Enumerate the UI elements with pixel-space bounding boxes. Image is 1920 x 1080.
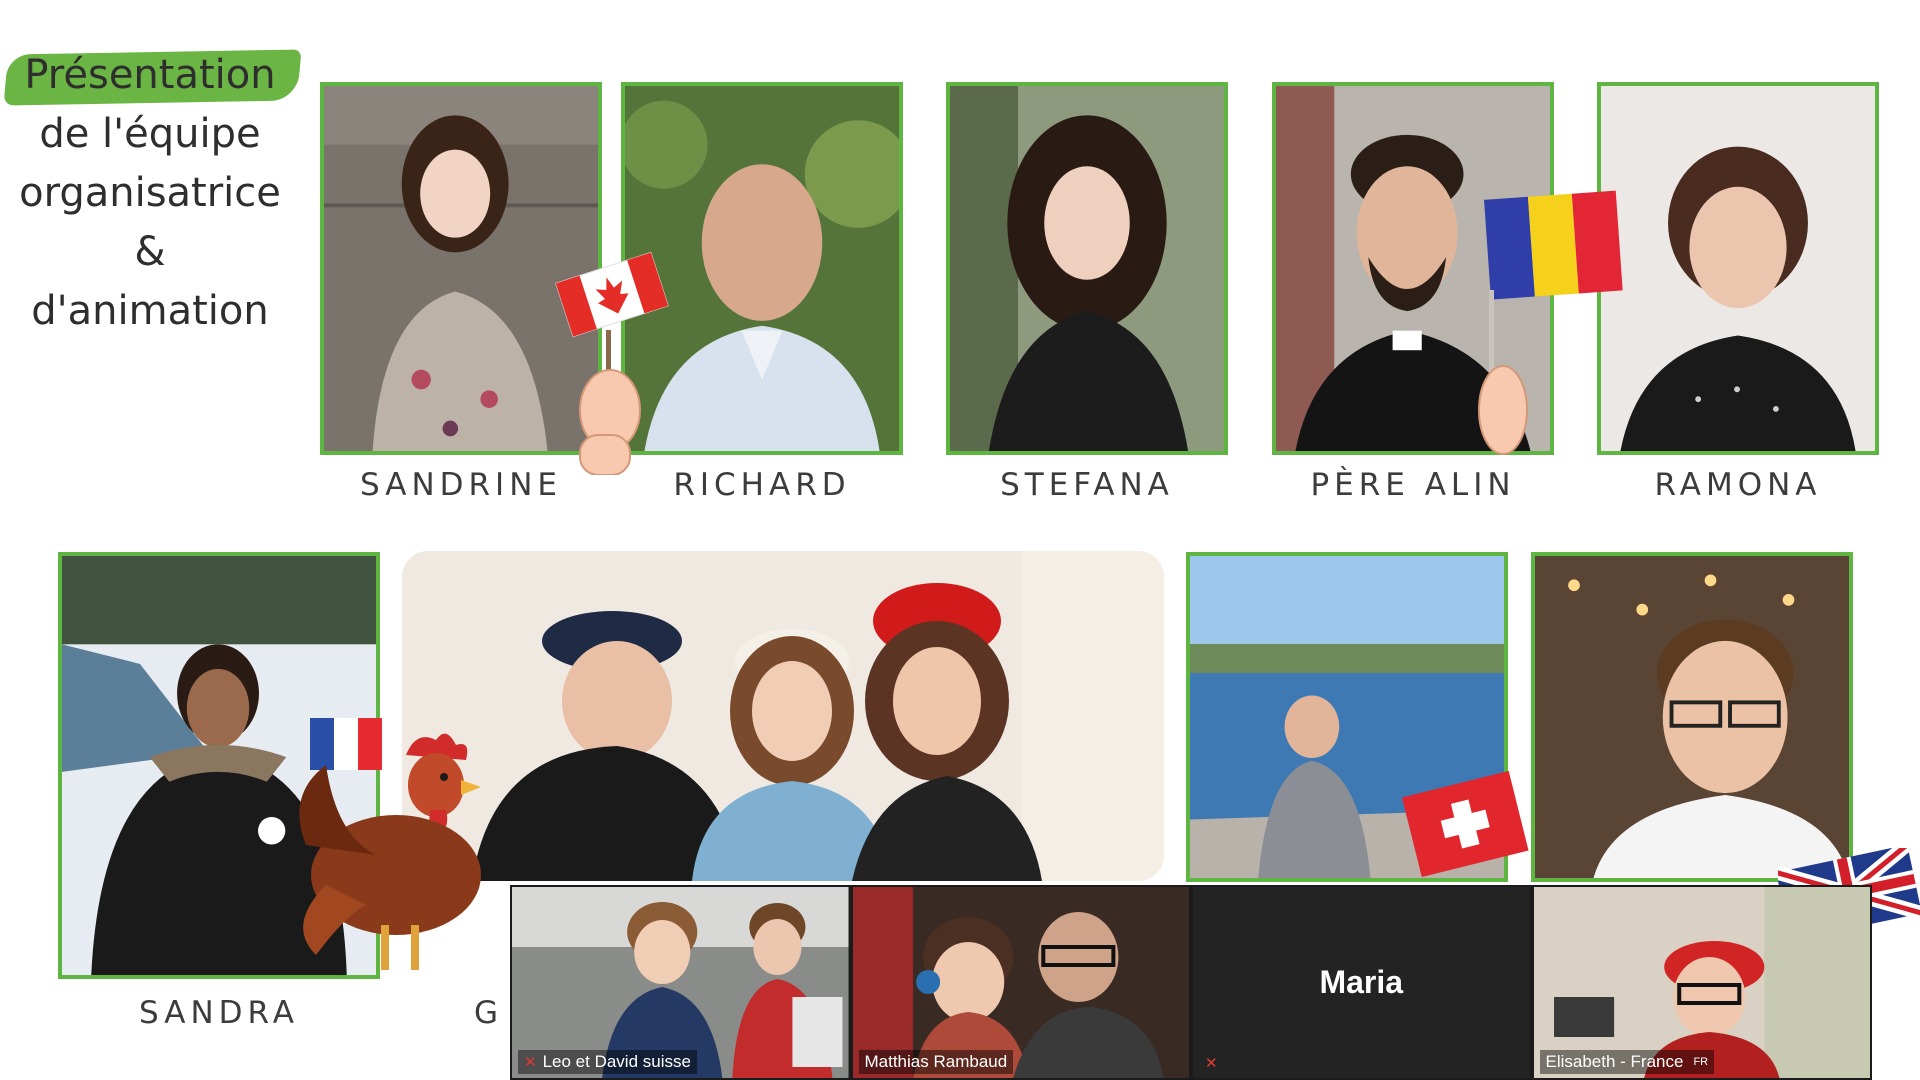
rooster-icon — [286, 725, 516, 980]
participant-label: ✕ Leo et David suisse — [518, 1050, 697, 1074]
presentation-slide: Présentation de l'équipe organisatrice &… — [0, 0, 1920, 1080]
name-pere-alin: PÈRE ALIN — [1310, 467, 1516, 503]
participant-label: Matthias Rambaud — [858, 1050, 1014, 1074]
name-stefana: STEFANA — [1000, 467, 1174, 503]
participant-name-large: Maria — [1319, 964, 1404, 1000]
title-line-2: de l'équipe — [39, 111, 261, 157]
video-tile-elisabeth[interactable]: Elisabeth - France FR — [1533, 887, 1870, 1078]
switzerland-flag-icon — [1400, 768, 1530, 878]
mic-muted-icon: ✕ — [524, 1054, 537, 1071]
video-tile-leo-david[interactable]: ✕ Leo et David suisse — [512, 887, 849, 1078]
title-line-4: & — [134, 229, 166, 275]
participant-name: Leo et David suisse — [542, 1052, 691, 1071]
title-line-3: organisatrice — [19, 170, 281, 216]
title-line-1: Présentation — [24, 52, 276, 98]
photo-stefana — [946, 82, 1228, 455]
name-partial-g: G — [474, 995, 504, 1031]
photo-ramona — [1597, 82, 1879, 455]
participant-label: ✕ — [1199, 1052, 1224, 1074]
photo-uk-member — [1531, 552, 1853, 882]
title-line-5: d'animation — [31, 288, 269, 334]
participant-label: Elisabeth - France FR — [1539, 1050, 1715, 1074]
photo-group-family — [402, 551, 1164, 881]
name-sandra: SANDRA — [138, 995, 299, 1031]
language-tag: FR — [1693, 1056, 1709, 1068]
participant-name: Elisabeth - France — [1545, 1052, 1684, 1071]
slide-title: Présentation de l'équipe organisatrice &… — [0, 46, 300, 341]
video-tile-matthias[interactable]: Matthias Rambaud — [852, 887, 1189, 1078]
title-highlight: Présentation — [6, 46, 293, 105]
canada-flag-icon — [540, 240, 670, 476]
name-ramona: RAMONA — [1654, 467, 1822, 503]
participant-name: Matthias Rambaud — [864, 1052, 1008, 1071]
video-participant-strip: ✕ Leo et David suisse Matthias Rambaud Ma… — [510, 885, 1872, 1080]
video-tile-maria[interactable]: Maria ✕ — [1193, 887, 1530, 1078]
mic-muted-icon: ✕ — [1205, 1055, 1218, 1072]
romania-flag-icon — [1475, 180, 1635, 460]
